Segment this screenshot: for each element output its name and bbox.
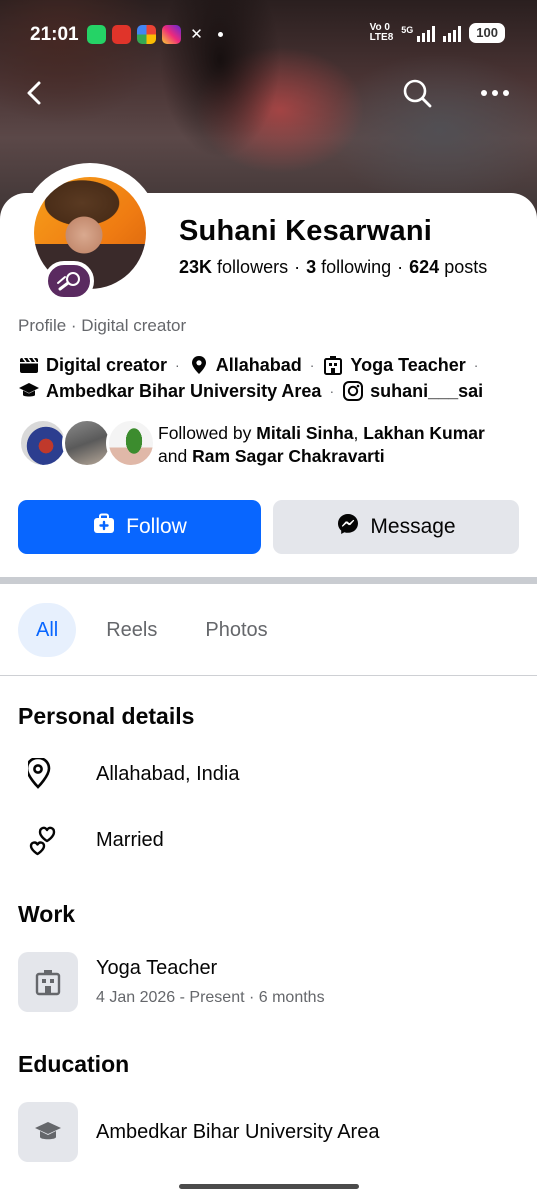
signal-icon: 5G	[401, 25, 436, 42]
instagram-icon	[162, 25, 181, 44]
location-pin-icon	[25, 756, 66, 796]
detail-location: Allahabad, India	[18, 744, 518, 804]
mutual-friend-1[interactable]: Mitali Sinha	[256, 423, 353, 443]
clapperboard-icon	[18, 354, 40, 376]
intro-line-2: Ambedkar Bihar University Area · suhani_…	[18, 380, 483, 402]
top-navigation	[0, 70, 537, 120]
intro-location: Allahabad	[215, 354, 302, 375]
location-pin-icon	[188, 354, 210, 376]
mutual-avatar-1	[18, 418, 68, 468]
detail-relationship: Married	[18, 810, 518, 870]
intro-line-1: Digital creator · Allahabad · Yoga Teach…	[18, 354, 486, 376]
network-label: Vo 0 LTE8	[369, 22, 394, 43]
work-title: Work	[18, 901, 76, 927]
graduation-cap-icon	[18, 380, 40, 402]
workplace-icon	[18, 952, 78, 1012]
graduation-cap-icon	[18, 1102, 78, 1162]
x-icon: ✕	[190, 26, 203, 43]
photos-icon	[137, 25, 156, 44]
status-indicators: Vo 0 LTE8 5G 100	[370, 23, 505, 43]
tab-photos[interactable]: Photos	[205, 603, 267, 657]
mutual-friend-3[interactable]: Ram Sagar Chakravarti	[192, 446, 385, 466]
profile-name: Suhani Kesarwani	[179, 215, 432, 247]
whatsapp-icon	[87, 25, 106, 44]
search-icon[interactable]	[400, 76, 434, 110]
following-link[interactable]: 3 following	[306, 257, 391, 277]
intro-school: Ambedkar Bihar University Area	[46, 380, 322, 401]
education-entry[interactable]: Ambedkar Bihar University Area	[18, 1102, 518, 1164]
mutual-friend-2[interactable]: Lakhan Kumar	[363, 423, 485, 443]
follow-label: Follow	[126, 515, 187, 538]
mutual-avatar-2	[62, 418, 112, 468]
back-icon[interactable]	[18, 76, 52, 110]
messenger-icon	[336, 512, 360, 542]
profile-sheet	[0, 193, 537, 1200]
section-divider	[0, 577, 537, 584]
work-duration: 4 Jan 2026 - Present · 6 months	[96, 989, 325, 1006]
detail-relationship-text: Married	[96, 829, 164, 851]
message-label: Message	[370, 515, 456, 538]
hearts-icon	[28, 824, 66, 862]
battery-icon: 100	[469, 23, 505, 43]
maps-icon	[112, 25, 131, 44]
profile-category: Profile · Digital creator	[18, 316, 187, 335]
status-bar: 21:01 ✕ Vo 0 LTE8 5G 100	[0, 0, 537, 70]
followers-link[interactable]: 23K followers	[179, 257, 288, 277]
profile-picture[interactable]	[20, 163, 160, 303]
workplace-icon	[322, 354, 344, 376]
more-options-icon[interactable]	[478, 76, 512, 110]
intro-creator: Digital creator	[46, 354, 168, 375]
follow-button[interactable]: Follow	[18, 500, 261, 554]
profile-stats: 23K followers · 3 following · 624 posts	[179, 257, 488, 277]
posts-count: 624 posts	[409, 257, 488, 277]
more-notifications-dot	[218, 32, 223, 37]
tab-all[interactable]: All	[18, 603, 77, 657]
profile-frame-badge-icon	[44, 261, 94, 301]
detail-location-text: Allahabad, India	[96, 763, 240, 785]
intro-job: Yoga Teacher	[350, 354, 466, 375]
work-entry[interactable]: Yoga Teacher 4 Jan 2026 - Present · 6 mo…	[18, 952, 518, 1014]
personal-details-title: Personal details	[18, 703, 195, 729]
mutual-avatar-3	[106, 418, 156, 468]
notification-icons: ✕	[87, 25, 223, 44]
tab-reels[interactable]: Reels	[106, 603, 157, 657]
follow-icon	[92, 513, 116, 541]
work-job-title: Yoga Teacher	[96, 957, 218, 979]
home-indicator[interactable]	[179, 1184, 359, 1189]
intro-instagram-handle[interactable]: suhani___sai	[370, 381, 483, 402]
status-time: 21:01	[30, 24, 79, 45]
signal-icon-2	[443, 25, 462, 42]
message-button[interactable]: Message	[273, 500, 519, 554]
education-school: Ambedkar Bihar University Area	[96, 1121, 380, 1143]
tabs-divider	[0, 675, 537, 676]
profile-tabs: All Reels Photos	[18, 603, 316, 657]
mutual-followers-text: Followed by Mitali Sinha, Lakhan Kumar a…	[158, 423, 485, 466]
education-title: Education	[18, 1051, 130, 1077]
mutual-followers[interactable]: Followed by Mitali Sinha, Lakhan Kumar a…	[18, 418, 528, 472]
instagram-icon	[342, 380, 364, 402]
